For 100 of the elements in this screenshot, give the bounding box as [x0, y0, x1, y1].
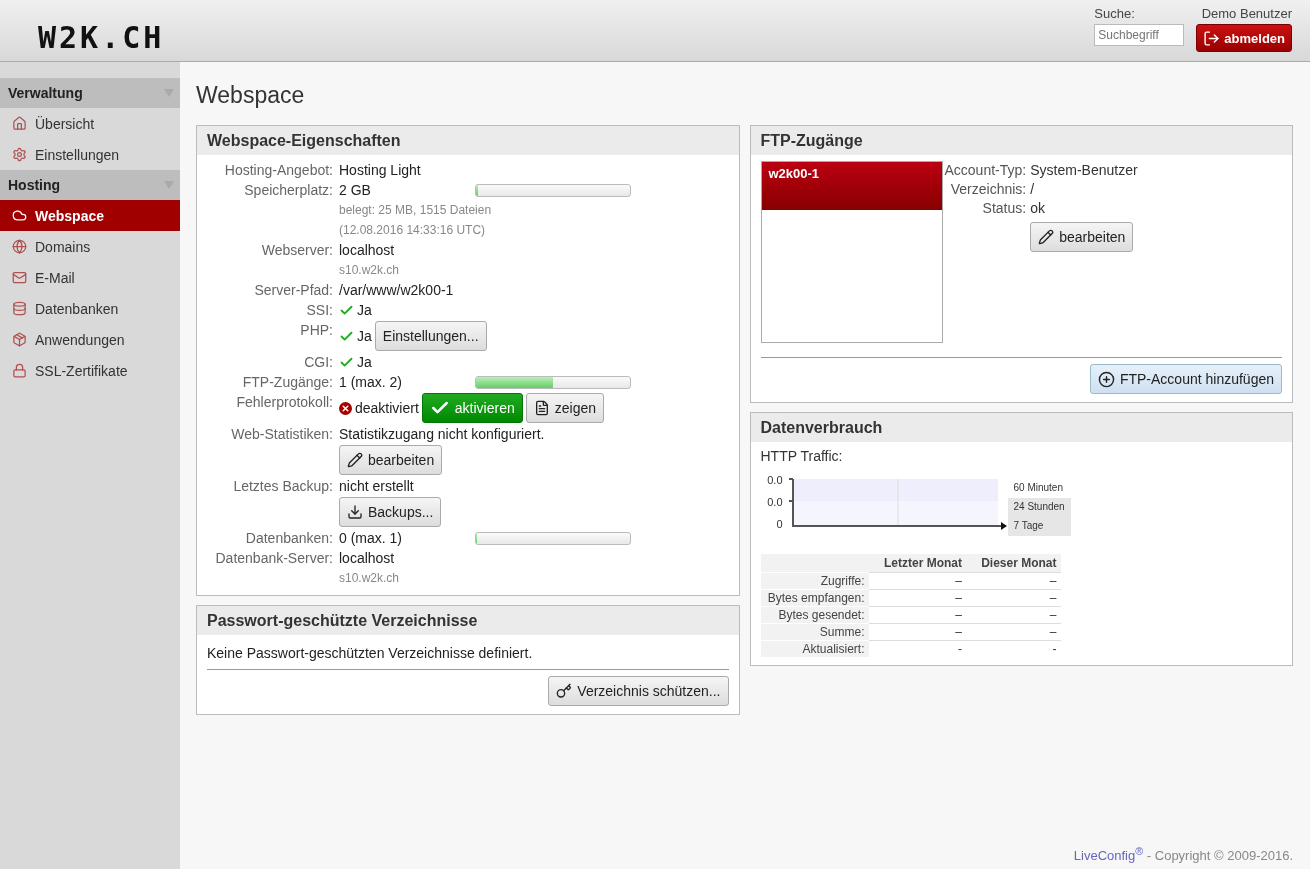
- property-value: 2 GB: [339, 181, 371, 199]
- settings-button[interactable]: Einstellungen...: [374, 321, 487, 351]
- time-range-option[interactable]: 24 Stunden: [1007, 498, 1071, 517]
- property-value: /var/www/w2k00-1: [339, 281, 454, 299]
- detail-label: Status:: [981, 199, 1027, 218]
- menu-item-icon: [12, 239, 27, 254]
- property-value: nicht erstellt: [339, 477, 414, 495]
- property-value: deaktiviert: [355, 399, 419, 417]
- panel-title: Webspace-Eigenschaften: [197, 126, 739, 155]
- property-value: 0 (max. 1): [339, 529, 402, 547]
- sidebar-section-header[interactable]: Hosting: [0, 170, 180, 200]
- property-value: Ja: [357, 327, 372, 345]
- chart-label: HTTP Traffic:: [760, 448, 843, 464]
- property-label: Fehlerprotokoll:: [235, 393, 333, 411]
- key-icon: [556, 683, 573, 699]
- show-button[interactable]: zeigen: [525, 393, 604, 423]
- logo[interactable]: W2K.CH: [38, 20, 165, 55]
- table-cell: –: [868, 572, 966, 590]
- column-header: Letzter Monat: [868, 554, 966, 573]
- menu-item-icon: [12, 332, 27, 347]
- property-value: 1 (max. 2): [339, 373, 402, 391]
- sidebar-item[interactable]: E-Mail: [0, 262, 180, 293]
- property-label: Web-Statistiken:: [230, 425, 333, 443]
- detail-value: /: [1030, 180, 1036, 199]
- logout-button[interactable]: abmelden: [1196, 24, 1292, 52]
- plus-circle-icon: [1097, 370, 1115, 388]
- sidebar-item[interactable]: Webspace: [0, 200, 180, 231]
- menu-item-icon: [12, 208, 27, 223]
- row-label: Bytes gesendet:: [760, 606, 869, 624]
- table-cell: –: [966, 589, 1061, 607]
- sidebar-item[interactable]: Übersicht: [0, 108, 180, 139]
- property-label: Letztes Backup:: [232, 477, 333, 495]
- property-value: Hosting Light: [339, 161, 421, 179]
- time-range-option[interactable]: 7 Tage: [1007, 517, 1071, 536]
- table-cell: -: [966, 640, 1061, 657]
- detail-label: Account-Typ:: [944, 161, 1027, 180]
- property-value: localhost: [339, 549, 395, 567]
- sidebar-item[interactable]: Anwendungen: [0, 324, 180, 355]
- menu-item-icon: [12, 363, 27, 378]
- empty-message: Keine Passwort-geschützten Verzeichnisse definiert.: [207, 645, 534, 661]
- column-header: Dieser Monat: [966, 554, 1061, 573]
- sidebar-item[interactable]: SSL-Zertifikate: [0, 355, 180, 386]
- table-cell: –: [966, 572, 1061, 590]
- copyright-text: LiveConfig$^{®}$ - Copyright © 2009-2016.: [1073, 844, 1293, 865]
- menu-item-icon: [12, 116, 27, 131]
- activate-button[interactable]: aktivieren: [421, 393, 523, 423]
- property-note: (12.08.2016 14:33:16 UTC): [339, 222, 487, 239]
- detail-value: ok: [1030, 199, 1046, 218]
- table-cell: –: [966, 623, 1061, 641]
- menu-item-icon: [12, 147, 27, 162]
- table-cell: –: [966, 606, 1061, 624]
- table-cell: –: [868, 606, 966, 624]
- property-label: PHP:: [299, 321, 333, 339]
- panel-title: Passwort-geschützte Verzeichnisse: [197, 606, 739, 635]
- property-label: Server-Pfad:: [253, 281, 333, 299]
- row-label: Zugriffe:: [760, 572, 869, 590]
- edit-button[interactable]: bearbeiten: [339, 445, 443, 475]
- property-label: FTP-Zugänge:: [241, 373, 333, 391]
- property-label: CGI:: [303, 353, 333, 371]
- search-label: Suche:: [1094, 6, 1136, 21]
- search-field[interactable]: Suchbegriff: [1094, 24, 1185, 46]
- property-note: s10.w2k.ch: [339, 570, 401, 587]
- property-label: Webserver:: [260, 241, 333, 259]
- protect-button[interactable]: Verzeichnis schützen...: [548, 676, 729, 706]
- sidebar-item[interactable]: Einstellungen: [0, 139, 180, 170]
- menu-item-icon: [12, 270, 27, 285]
- property-value: Ja: [357, 301, 372, 319]
- property-label: Hosting-Angebot:: [223, 161, 333, 179]
- document-icon: [533, 400, 550, 416]
- sidebar-item[interactable]: Datenbanken: [0, 293, 180, 324]
- detail-value: System-Benutzer: [1030, 161, 1138, 180]
- property-value: Ja: [357, 353, 372, 371]
- error-icon: [339, 401, 352, 415]
- menu-item-icon: [12, 301, 27, 316]
- account-item[interactable]: w2k00-1: [761, 162, 942, 210]
- property-label: SSI:: [305, 301, 333, 319]
- logout-icon: [1203, 29, 1221, 47]
- pencil-icon: [347, 452, 363, 468]
- page-title: Webspace: [196, 82, 306, 109]
- pencil-icon: [1038, 229, 1055, 245]
- axis-tick-label: 0: [776, 518, 783, 532]
- user-name: Demo Benutzer: [1201, 6, 1292, 21]
- add-button[interactable]: FTP-Account hinzufügen: [1089, 364, 1282, 394]
- row-label: Aktualisiert:: [760, 640, 869, 657]
- property-value: Statistikzugang nicht konfiguriert.: [339, 425, 545, 443]
- edit-button[interactable]: bearbeiten: [1030, 222, 1134, 252]
- axis-tick-label: 0.0: [767, 496, 783, 510]
- row-label: Bytes empfangen:: [760, 589, 869, 607]
- table-cell: –: [868, 589, 966, 607]
- panel-title: FTP-Zugänge: [750, 126, 1292, 155]
- panel-title: Datenverbrauch: [750, 413, 1292, 442]
- sidebar-section-header[interactable]: Verwaltung: [0, 78, 180, 108]
- brand-link[interactable]: LiveConfig$^{®}$: [1073, 848, 1144, 863]
- download-icon: [347, 504, 363, 520]
- sidebar-item[interactable]: Domains: [0, 231, 180, 262]
- property-note: s10.w2k.ch: [339, 262, 401, 279]
- property-label: Datenbank-Server:: [214, 549, 333, 567]
- property-value: localhost: [339, 241, 395, 259]
- download-button[interactable]: Backups...: [339, 497, 442, 527]
- table-cell: –: [868, 623, 966, 641]
